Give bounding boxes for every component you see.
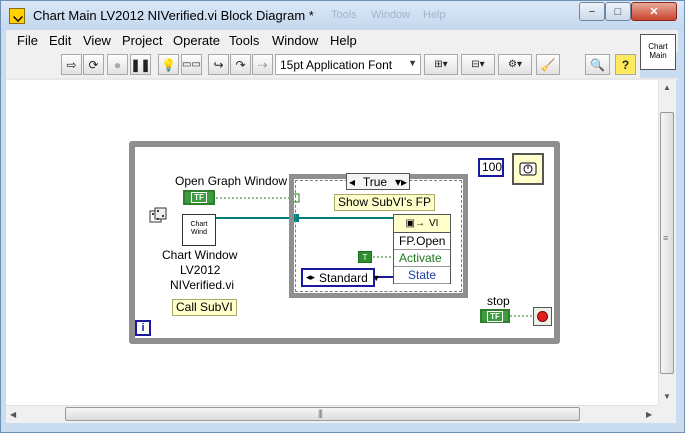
chevron-down-icon: ▼: [371, 272, 381, 283]
loop-condition-terminal[interactable]: [533, 307, 552, 326]
case-value: True: [362, 174, 388, 189]
property-node-header: ▣→ VI: [394, 215, 450, 233]
scroll-down-icon[interactable]: ▼: [663, 392, 671, 401]
subvi-name-line3: NIVerified.vi: [170, 278, 235, 292]
scroll-left-icon[interactable]: ◀: [10, 410, 16, 419]
property-node[interactable]: ▣→ VI FP.Open Activate State: [393, 214, 451, 284]
stop-if-true-icon: [537, 311, 548, 322]
property-state[interactable]: State: [394, 267, 450, 284]
stop-bool-text: TF: [487, 310, 503, 322]
stopwatch-icon: [519, 162, 537, 176]
vertical-scroll-thumb[interactable]: ≡: [660, 112, 674, 374]
enum-arrows-icon: ◂▸: [306, 272, 316, 282]
horizontal-scroll-thumb[interactable]: |||: [65, 407, 580, 421]
fp-state-enum-constant[interactable]: ◂▸ Standard ▼: [301, 268, 381, 287]
wait-ms-constant[interactable]: 100: [478, 158, 504, 177]
subvi-icon-line1: Chart: [190, 221, 208, 228]
scroll-corner: [658, 405, 676, 423]
case-prev-arrow-icon[interactable]: ◂: [349, 175, 355, 189]
grip-icon: ≡: [663, 233, 668, 243]
bool-text: TF: [191, 192, 207, 203]
scroll-right-icon[interactable]: ▶: [646, 410, 652, 419]
iteration-terminal: i: [135, 320, 151, 336]
chart-window-subvi-icon[interactable]: Chart Wind: [182, 214, 216, 246]
grip-icon: |||: [318, 408, 323, 418]
subvi-name-line2: LV2012: [180, 263, 221, 277]
true-constant[interactable]: T: [358, 251, 372, 263]
subvi-name-line1: Chart Window: [162, 248, 238, 262]
show-subvi-fp-comment: Show SubVI's FP: [334, 194, 435, 211]
subvi-icon-line2: Wind: [191, 229, 207, 236]
call-subvi-comment: Call SubVI: [172, 299, 237, 316]
stop-bool-control[interactable]: TF: [480, 309, 510, 323]
property-fp-open[interactable]: FP.Open: [394, 233, 450, 250]
enum-value: Standard: [319, 270, 368, 285]
case-next-arrow-icon[interactable]: ▾▸: [395, 175, 407, 189]
random-dice-icon[interactable]: [149, 207, 167, 225]
scroll-up-icon[interactable]: ▲: [663, 83, 671, 92]
property-activate[interactable]: Activate: [394, 250, 450, 267]
open-graph-window-label: Open Graph Window: [175, 174, 288, 188]
wait-ms-function[interactable]: [512, 153, 544, 185]
vi-class-icon: ▣→: [405, 218, 425, 229]
case-selector-label[interactable]: ◂ True ▾▸: [346, 173, 410, 190]
open-graph-window-bool-control[interactable]: TF: [183, 190, 215, 205]
property-node-class: VI: [429, 218, 439, 229]
stop-label: stop: [487, 294, 510, 308]
